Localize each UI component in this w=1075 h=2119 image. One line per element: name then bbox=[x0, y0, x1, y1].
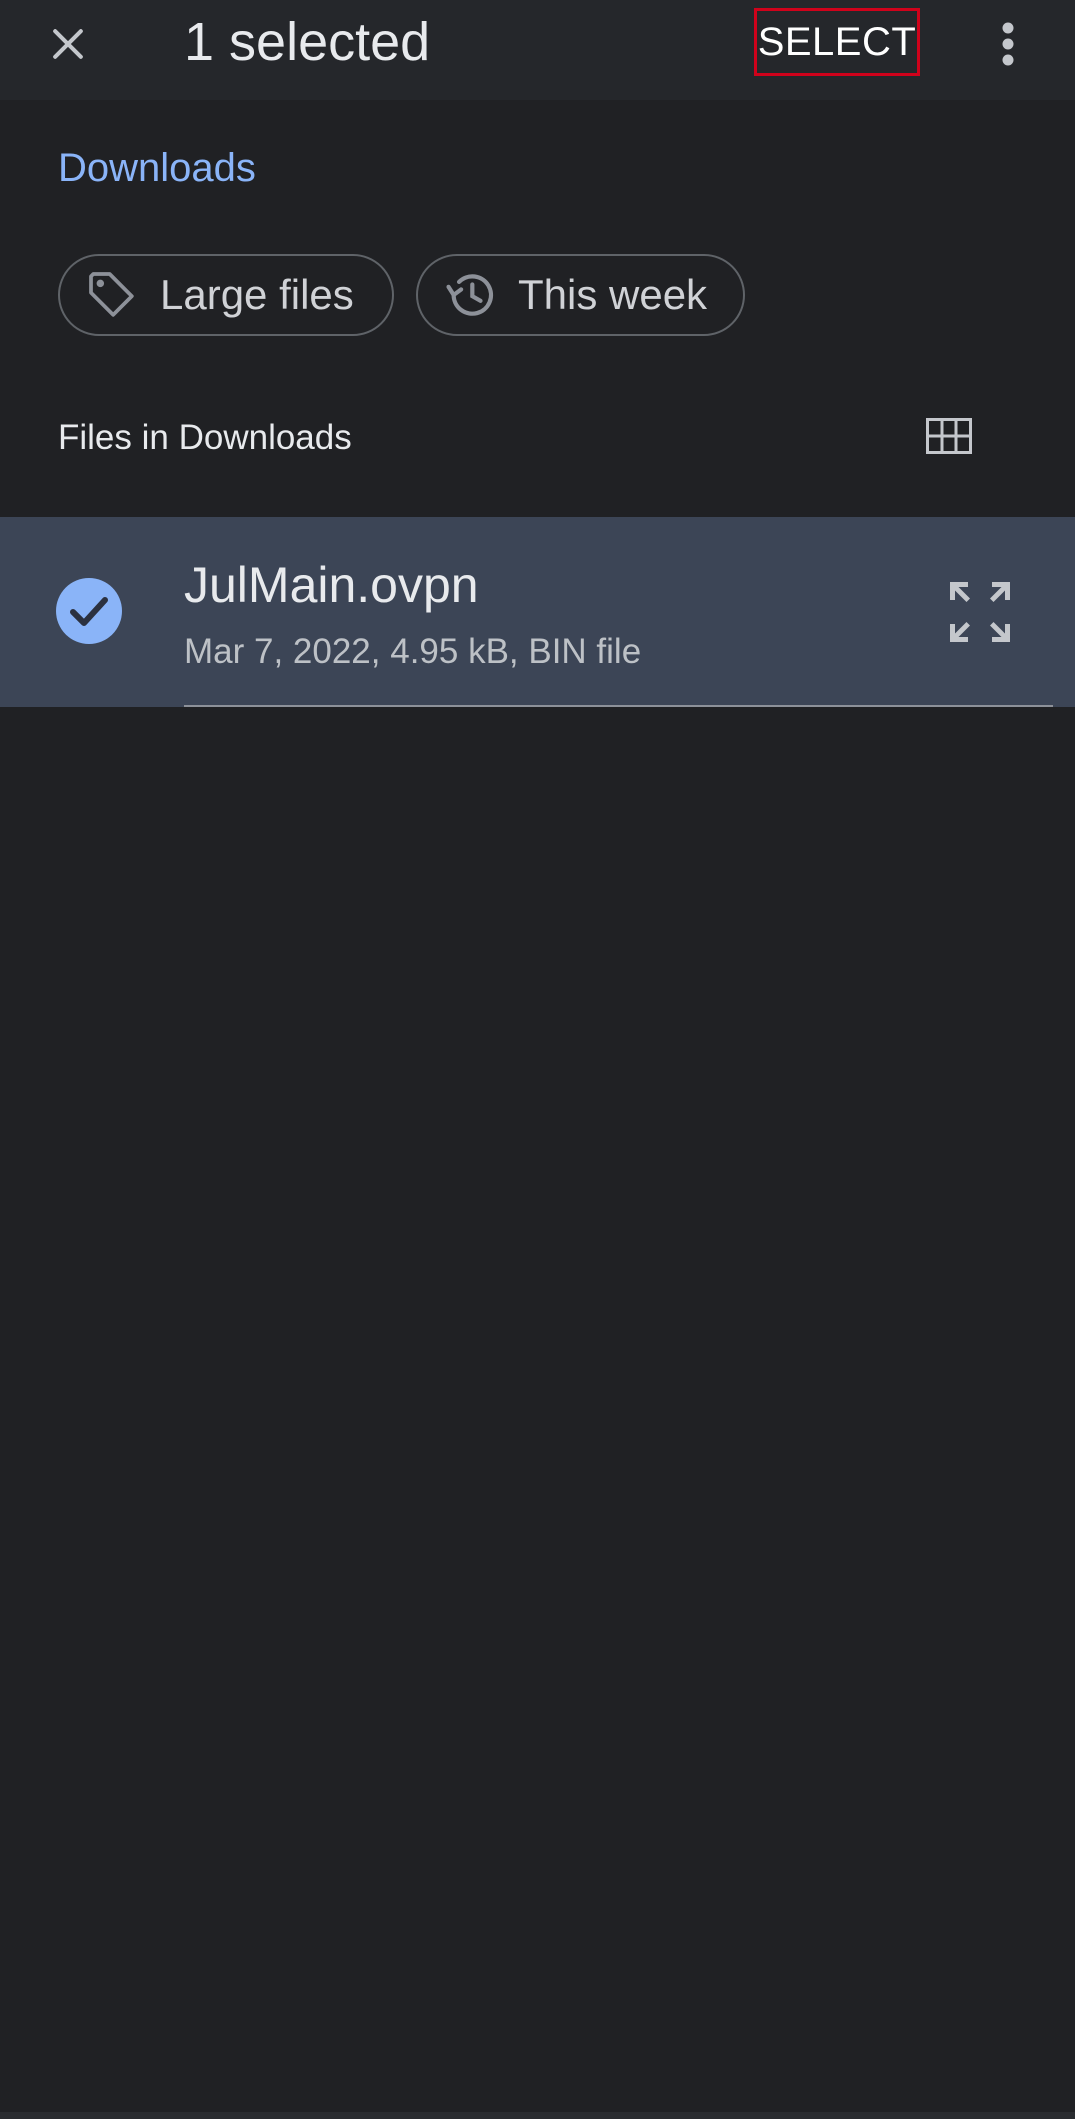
breadcrumb[interactable]: Downloads bbox=[58, 146, 256, 191]
file-picker-screen: 1 selected SELECT Downloads Large files bbox=[0, 0, 1075, 2119]
select-button[interactable]: SELECT bbox=[754, 8, 920, 76]
file-meta: Mar 7, 2022, 4.95 kB, BIN file bbox=[184, 632, 642, 671]
selected-check-icon[interactable] bbox=[56, 578, 122, 644]
expand-icon[interactable] bbox=[946, 578, 1014, 646]
chip-label: Large files bbox=[160, 271, 354, 318]
page-title: 1 selected bbox=[184, 12, 431, 72]
history-icon bbox=[440, 265, 500, 325]
navigation-bar-strip bbox=[0, 2112, 1075, 2119]
tag-icon bbox=[82, 265, 142, 325]
top-app-bar: 1 selected SELECT bbox=[0, 0, 1075, 100]
file-row[interactable] bbox=[0, 517, 1075, 707]
grid-view-toggle[interactable] bbox=[918, 408, 980, 464]
chip-label: This week bbox=[518, 271, 708, 318]
more-vert-icon bbox=[1002, 22, 1014, 66]
section-title: Files in Downloads bbox=[58, 418, 352, 457]
close-icon bbox=[53, 29, 83, 59]
file-name: JulMain.ovpn bbox=[184, 557, 479, 613]
chip-this-week[interactable]: This week bbox=[416, 254, 745, 336]
chip-large-files[interactable]: Large files bbox=[58, 254, 394, 336]
grid-view-icon bbox=[926, 418, 972, 454]
close-button[interactable] bbox=[36, 12, 100, 76]
row-divider bbox=[184, 705, 1053, 707]
more-options-button[interactable] bbox=[978, 12, 1038, 76]
